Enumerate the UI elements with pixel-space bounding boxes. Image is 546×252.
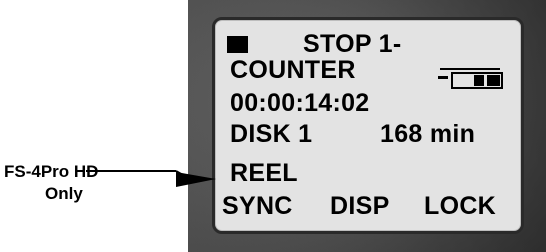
softkey-sync[interactable]: SYNC [222,194,293,219]
counter-mode-label: COUNTER [230,56,356,84]
device-display-figure: STOP 1- COUNTER 00:00:14:02 DISK 1 168 m… [0,0,546,252]
disk-label: DISK 1 [230,120,313,148]
transport-status: STOP 1- [303,30,402,58]
timecode-readout: 00:00:14:02 [230,89,370,117]
reel-label: REEL [230,159,298,187]
battery-icon [438,68,503,89]
callout-arrow-icon [86,170,216,187]
softkey-disp[interactable]: DISP [330,194,390,219]
stop-square-icon [227,36,248,53]
disk-remaining-time: 168 min [380,120,476,148]
callout-label-only: Only [45,184,83,203]
softkey-lock[interactable]: LOCK [424,194,496,219]
